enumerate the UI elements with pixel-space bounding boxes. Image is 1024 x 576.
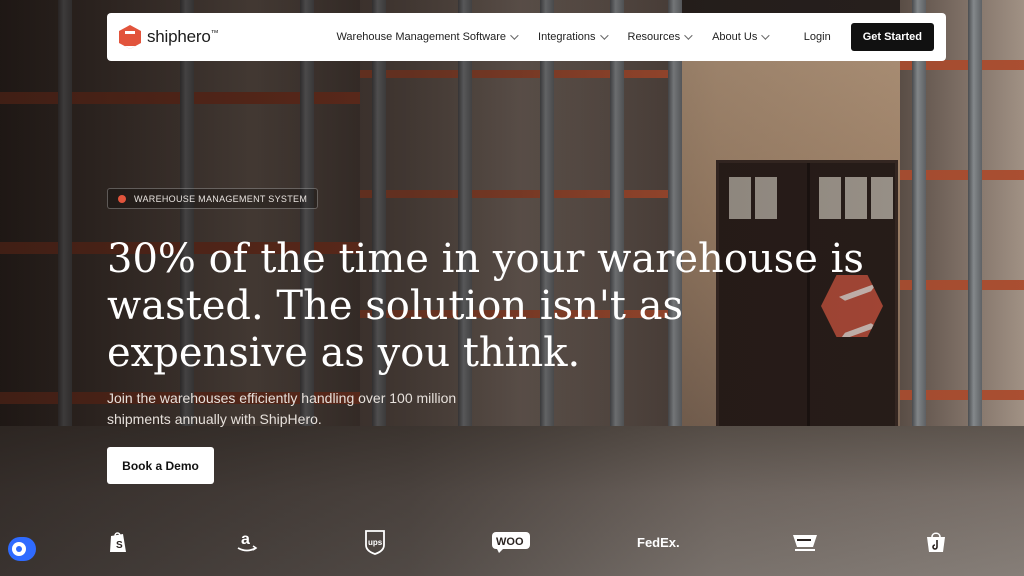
chevron-down-icon xyxy=(510,31,519,40)
woocommerce-icon: WOO xyxy=(490,524,532,560)
svg-text:WOO: WOO xyxy=(496,536,524,548)
svg-text:FedEx.: FedEx. xyxy=(637,535,680,550)
shopify-icon: S xyxy=(104,524,132,560)
brand-name: shiphero™ xyxy=(147,27,219,46)
chevron-down-icon xyxy=(684,31,693,40)
partner-logos-strip: S a ups WOO FedEx. xyxy=(0,524,1024,560)
hero-subtext: Join the warehouses efficiently handling… xyxy=(107,390,457,427)
login-link[interactable]: Login xyxy=(804,31,831,43)
hero-badge: WAREHOUSE MANAGEMENT SYSTEM xyxy=(107,188,319,209)
accessibility-toggle[interactable] xyxy=(8,537,36,561)
shiphero-logo-icon xyxy=(119,25,141,49)
main-menu: Warehouse Management Software Integratio… xyxy=(336,31,770,43)
hero-headline: 30% of the time in your warehouse is was… xyxy=(107,236,864,376)
brand-logo[interactable]: shiphero™ xyxy=(119,25,219,49)
top-nav-bar: shiphero™ Warehouse Management Software … xyxy=(107,13,946,61)
usps-icon xyxy=(790,524,820,560)
fedex-icon: FedEx. xyxy=(636,524,684,560)
svg-text:S: S xyxy=(116,540,123,551)
menu-warehouse-management-software[interactable]: Warehouse Management Software xyxy=(336,31,519,43)
svg-text:a: a xyxy=(241,531,250,548)
menu-about-us[interactable]: About Us xyxy=(712,31,770,43)
chevron-down-icon xyxy=(599,31,609,40)
chevron-down-icon xyxy=(761,31,770,40)
badge-label: WAREHOUSE MANAGEMENT SYSTEM xyxy=(134,193,308,204)
book-a-demo-button[interactable]: Book a Demo xyxy=(107,447,214,484)
toggle-knob-icon xyxy=(12,542,26,556)
get-started-button[interactable]: Get Started xyxy=(850,23,934,51)
tiktok-shop-icon xyxy=(924,524,948,560)
ups-icon: ups xyxy=(362,524,388,560)
badge-dot-icon xyxy=(118,194,126,203)
nav-actions: Login Get Started xyxy=(804,23,934,51)
menu-resources[interactable]: Resources xyxy=(628,31,693,43)
svg-text:ups: ups xyxy=(368,538,383,547)
amazon-icon: a xyxy=(232,524,262,560)
menu-integrations[interactable]: Integrations xyxy=(538,31,609,43)
